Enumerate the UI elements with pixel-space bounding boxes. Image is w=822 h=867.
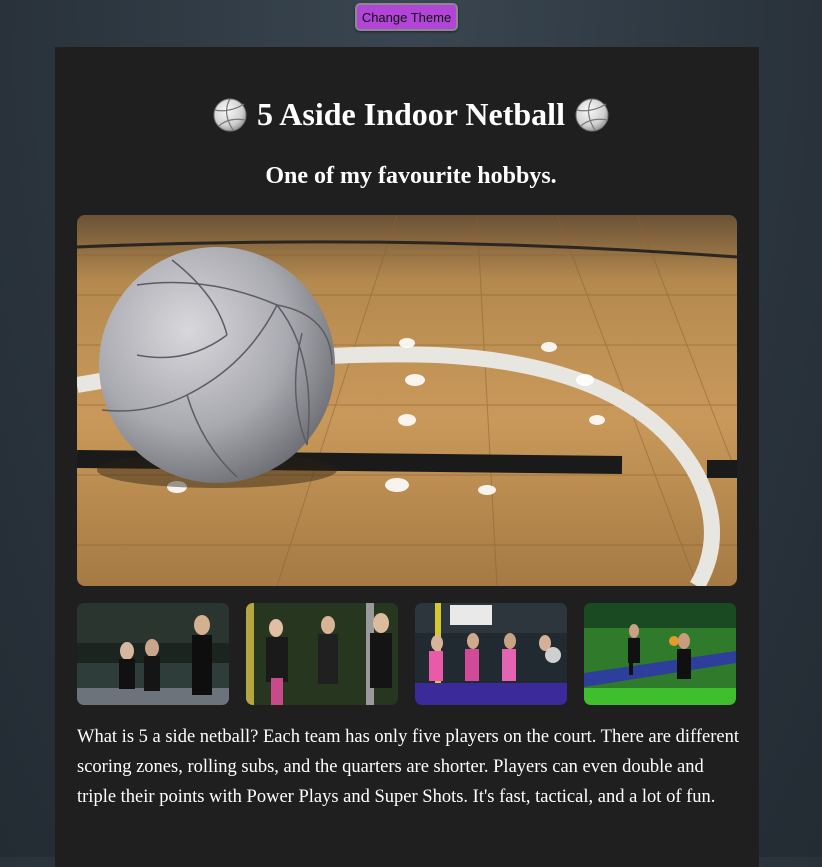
page-title-text: 5 Aside Indoor Netball <box>257 96 565 132</box>
thumbnail-image-2[interactable] <box>246 603 398 705</box>
volleyball-icon <box>213 98 247 132</box>
volleyball-icon <box>575 98 609 132</box>
thumbnail-image-4[interactable] <box>584 603 736 705</box>
hero-netball-image <box>77 215 737 586</box>
thumbnail-image-1[interactable] <box>77 603 229 705</box>
page-title: 5 Aside Indoor Netball <box>0 96 822 133</box>
page-subtitle: One of my favourite hobbys. <box>265 163 557 189</box>
thumbnail-image-3[interactable] <box>415 603 567 705</box>
change-theme-button[interactable]: Change Theme <box>355 3 458 31</box>
description-paragraph: What is 5 a side netball? Each team has … <box>77 727 739 807</box>
